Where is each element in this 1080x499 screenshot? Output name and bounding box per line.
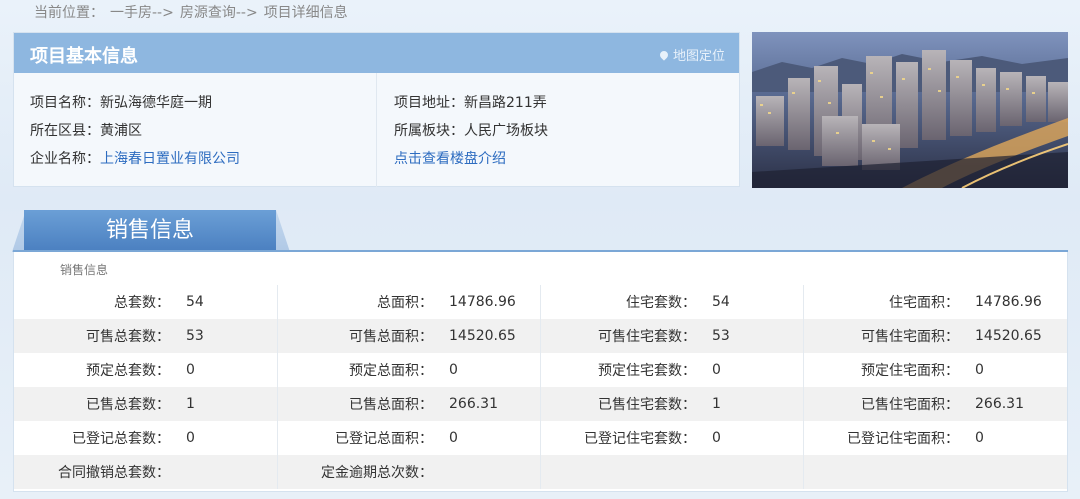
project-info-header: 项目基本信息 地图定位	[14, 33, 739, 73]
sales-field-value: 14520.65	[967, 319, 1067, 353]
sales-field-label: 已售住宅套数：	[540, 387, 704, 421]
sales-field-value: 54	[178, 285, 278, 319]
sales-field-label: 可售住宅套数：	[540, 319, 704, 353]
sales-field-label: 预定住宅面积：	[803, 353, 967, 387]
sales-field-value: 14786.96	[967, 285, 1067, 319]
sales-table: 总套数： 54 总面积： 14786.96 住宅套数： 54 住宅面积： 14786.96 可售…	[14, 285, 1067, 489]
sales-field-label: 预定总套数：	[14, 353, 178, 387]
company-row: 企业名称：上海春日置业有限公司	[30, 148, 240, 168]
breadcrumb-prefix: 当前位置：	[34, 5, 104, 21]
intro-row: 点击查看楼盘介绍	[394, 148, 506, 168]
sales-field-value	[967, 455, 1067, 489]
district-value: 黄浦区	[100, 123, 142, 139]
sales-field-label: 已登记总面积：	[277, 421, 441, 455]
sales-field-label: 定金逾期总次数：	[277, 455, 441, 489]
block-row: 所属板块：人民广场板块	[394, 120, 548, 140]
sales-field-value: 266.31	[967, 387, 1067, 421]
sales-field-label: 总面积：	[277, 285, 441, 319]
sales-field-value: 0	[178, 421, 278, 455]
sales-field-label: 已登记住宅面积：	[803, 421, 967, 455]
table-row: 可售总套数： 53 可售总面积： 14520.65 可售住宅套数： 53 可售住宅面积： 14…	[14, 319, 1067, 353]
project-intro-link[interactable]: 点击查看楼盘介绍	[394, 151, 506, 167]
info-divider	[376, 73, 377, 187]
sales-field-label: 总套数：	[14, 285, 178, 319]
breadcrumb-item-first-hand[interactable]: 一手房-->	[110, 5, 174, 21]
sales-field-label	[540, 455, 704, 489]
project-name-row: 项目名称：新弘海德华庭一期	[30, 92, 212, 112]
sales-info-panel: 销售信息 总套数： 54 总面积： 14786.96 住宅套数： 54 住宅面积： 14786…	[13, 252, 1068, 492]
sales-field-label: 合同撤销总套数：	[14, 455, 178, 489]
project-photo	[752, 32, 1068, 188]
breadcrumb: 当前位置： 一手房--> 房源查询--> 项目详细信息	[34, 2, 354, 22]
sales-field-value	[178, 455, 278, 489]
table-row: 总套数： 54 总面积： 14786.96 住宅套数： 54 住宅面积： 14786.96	[14, 285, 1067, 319]
sales-field-value: 53	[178, 319, 278, 353]
sales-field-value: 53	[704, 319, 804, 353]
sales-field-label: 可售住宅面积：	[803, 319, 967, 353]
address-row: 项目地址：新昌路211弄	[394, 92, 547, 112]
sales-field-value: 0	[441, 353, 541, 387]
sales-field-label: 住宅套数：	[540, 285, 704, 319]
sales-tab-edge-right	[276, 210, 290, 252]
sales-field-label: 住宅面积：	[803, 285, 967, 319]
map-location-label: 地图定位	[672, 49, 725, 64]
address-value: 新昌路211弄	[464, 95, 547, 111]
sales-field-value: 54	[704, 285, 804, 319]
sales-field-label: 预定总面积：	[277, 353, 441, 387]
sales-field-label: 已登记总套数：	[14, 421, 178, 455]
sales-field-label	[803, 455, 967, 489]
project-info-body: 项目名称：新弘海德华庭一期 所在区县：黄浦区 企业名称：上海春日置业有限公司 项…	[14, 73, 739, 187]
project-info-title: 项目基本信息	[30, 46, 138, 67]
sales-field-value: 1	[178, 387, 278, 421]
sales-field-label: 已售总面积：	[277, 387, 441, 421]
district-row: 所在区县：黄浦区	[30, 120, 142, 140]
table-row: 预定总套数： 0 预定总面积： 0 预定住宅套数： 0 预定住宅面积： 0	[14, 353, 1067, 387]
breadcrumb-item-search[interactable]: 房源查询-->	[180, 5, 258, 21]
block-label: 所属板块：	[394, 123, 464, 139]
breadcrumb-item-detail: 项目详细信息	[263, 5, 348, 21]
district-label: 所在区县：	[30, 123, 100, 139]
sales-field-label: 已登记住宅套数：	[540, 421, 704, 455]
sales-field-value: 14786.96	[441, 285, 541, 319]
tab-sales-info[interactable]: 销售信息	[24, 210, 276, 252]
map-pin-icon	[658, 49, 670, 61]
sales-field-label: 已售总套数：	[14, 387, 178, 421]
address-label: 项目地址：	[394, 95, 464, 111]
city-skyline-image	[752, 32, 1068, 188]
block-value: 人民广场板块	[464, 123, 548, 139]
table-row: 已售总套数： 1 已售总面积： 266.31 已售住宅套数： 1 已售住宅面积： 266.31	[14, 387, 1067, 421]
table-row: 合同撤销总套数： 定金逾期总次数：	[14, 455, 1067, 489]
sales-field-value: 0	[967, 421, 1067, 455]
sales-field-value: 14520.65	[441, 319, 541, 353]
project-info-card: 项目基本信息 地图定位 项目名称：新弘海德华庭一期 所在区县：黄浦区 企业名称：…	[13, 32, 740, 187]
sales-field-value	[441, 455, 541, 489]
sales-field-value: 1	[704, 387, 804, 421]
map-location-link[interactable]: 地图定位	[658, 45, 725, 64]
project-name-label: 项目名称：	[30, 95, 100, 111]
sales-field-value: 0	[967, 353, 1067, 387]
project-name-value: 新弘海德华庭一期	[100, 95, 212, 111]
company-link[interactable]: 上海春日置业有限公司	[100, 151, 240, 167]
sales-field-label: 可售总套数：	[14, 319, 178, 353]
sales-field-value: 0	[178, 353, 278, 387]
sales-field-label: 已售住宅面积：	[803, 387, 967, 421]
table-row: 已登记总套数： 0 已登记总面积： 0 已登记住宅套数： 0 已登记住宅面积： 0	[14, 421, 1067, 455]
sales-field-value: 0	[441, 421, 541, 455]
sales-field-value: 0	[704, 353, 804, 387]
sales-field-label: 可售总面积：	[277, 319, 441, 353]
sales-field-value: 0	[704, 421, 804, 455]
sales-field-value	[704, 455, 804, 489]
sales-field-value: 266.31	[441, 387, 541, 421]
company-label: 企业名称：	[30, 151, 100, 167]
sales-field-label: 预定住宅套数：	[540, 353, 704, 387]
sales-subtitle: 销售信息	[60, 263, 109, 277]
